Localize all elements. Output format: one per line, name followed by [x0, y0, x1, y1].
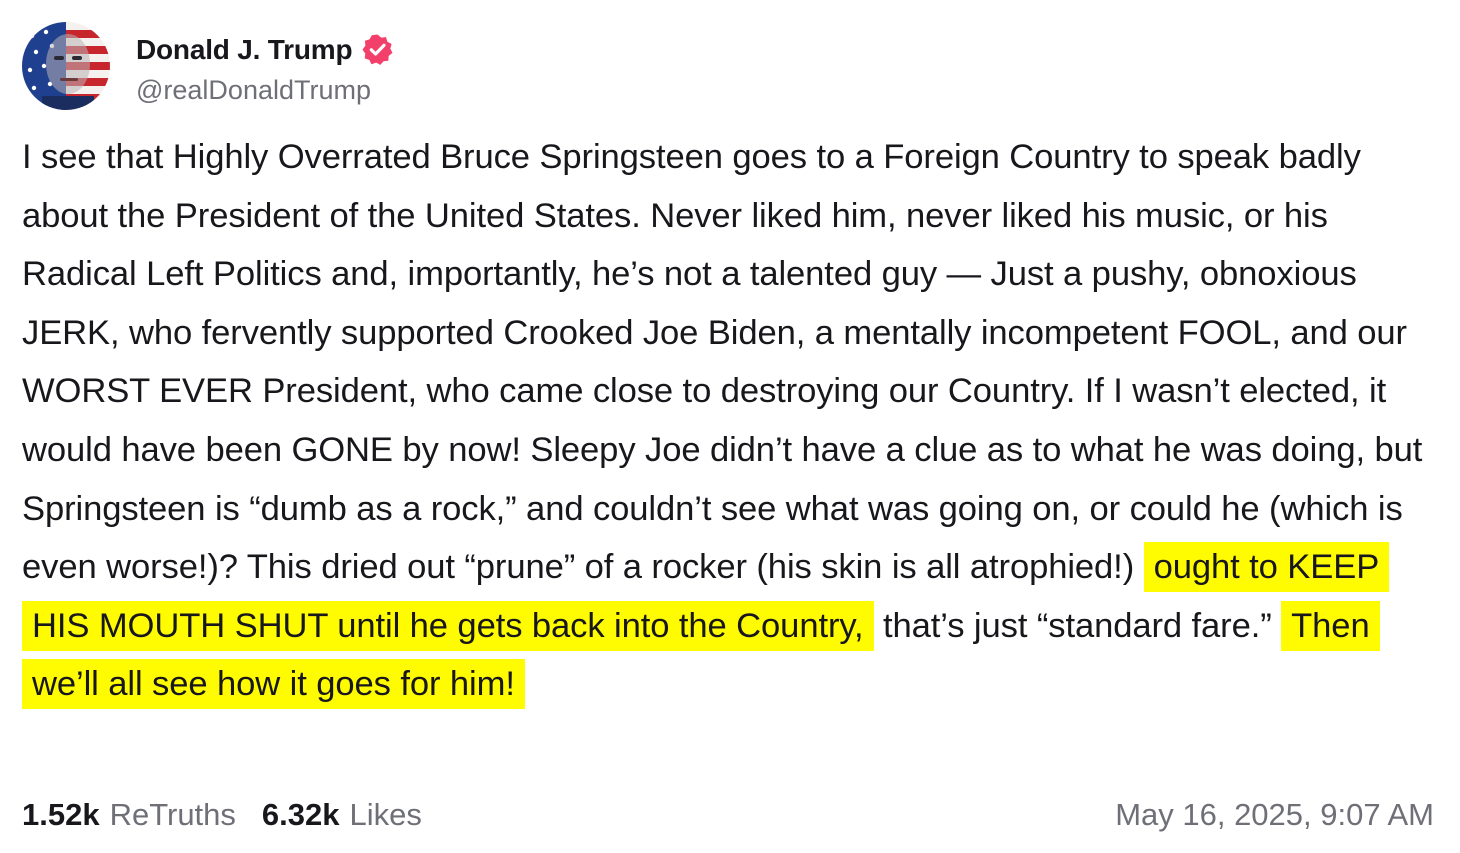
post-timestamp[interactable]: May 16, 2025, 9:07 AM	[1115, 797, 1434, 833]
post-text-segment: I see that Highly Overrated Bruce Spring…	[22, 138, 1423, 587]
post-footer: 1.52k ReTruths 6.32k Likes May 16, 2025,…	[22, 792, 1434, 838]
retruths-count: 1.52k	[22, 797, 100, 832]
post-text-segment: that’s just “standard fare.”	[873, 606, 1282, 645]
author-name-row: Donald J. Trump	[136, 27, 394, 73]
author-name[interactable]: Donald J. Trump	[136, 34, 353, 66]
likes-label: Likes	[349, 797, 422, 832]
post-stats: 1.52k ReTruths 6.32k Likes	[22, 797, 448, 833]
retruths-label: ReTruths	[109, 797, 236, 832]
author-info: Donald J. Trump @realDonaldTrump	[136, 27, 394, 106]
retruths-stat[interactable]: 1.52k ReTruths	[22, 797, 236, 833]
verified-badge-icon	[361, 33, 394, 66]
avatar-image	[22, 22, 110, 110]
author-handle[interactable]: @realDonaldTrump	[136, 75, 394, 106]
avatar[interactable]	[22, 22, 110, 110]
truth-post: Donald J. Trump @realDonaldTrump I see t…	[0, 0, 1460, 853]
likes-count: 6.32k	[261, 797, 340, 832]
post-header: Donald J. Trump @realDonaldTrump	[22, 20, 394, 112]
post-body: I see that Highly Overrated Bruce Spring…	[22, 128, 1442, 714]
likes-stat[interactable]: 6.32k Likes	[262, 797, 422, 833]
